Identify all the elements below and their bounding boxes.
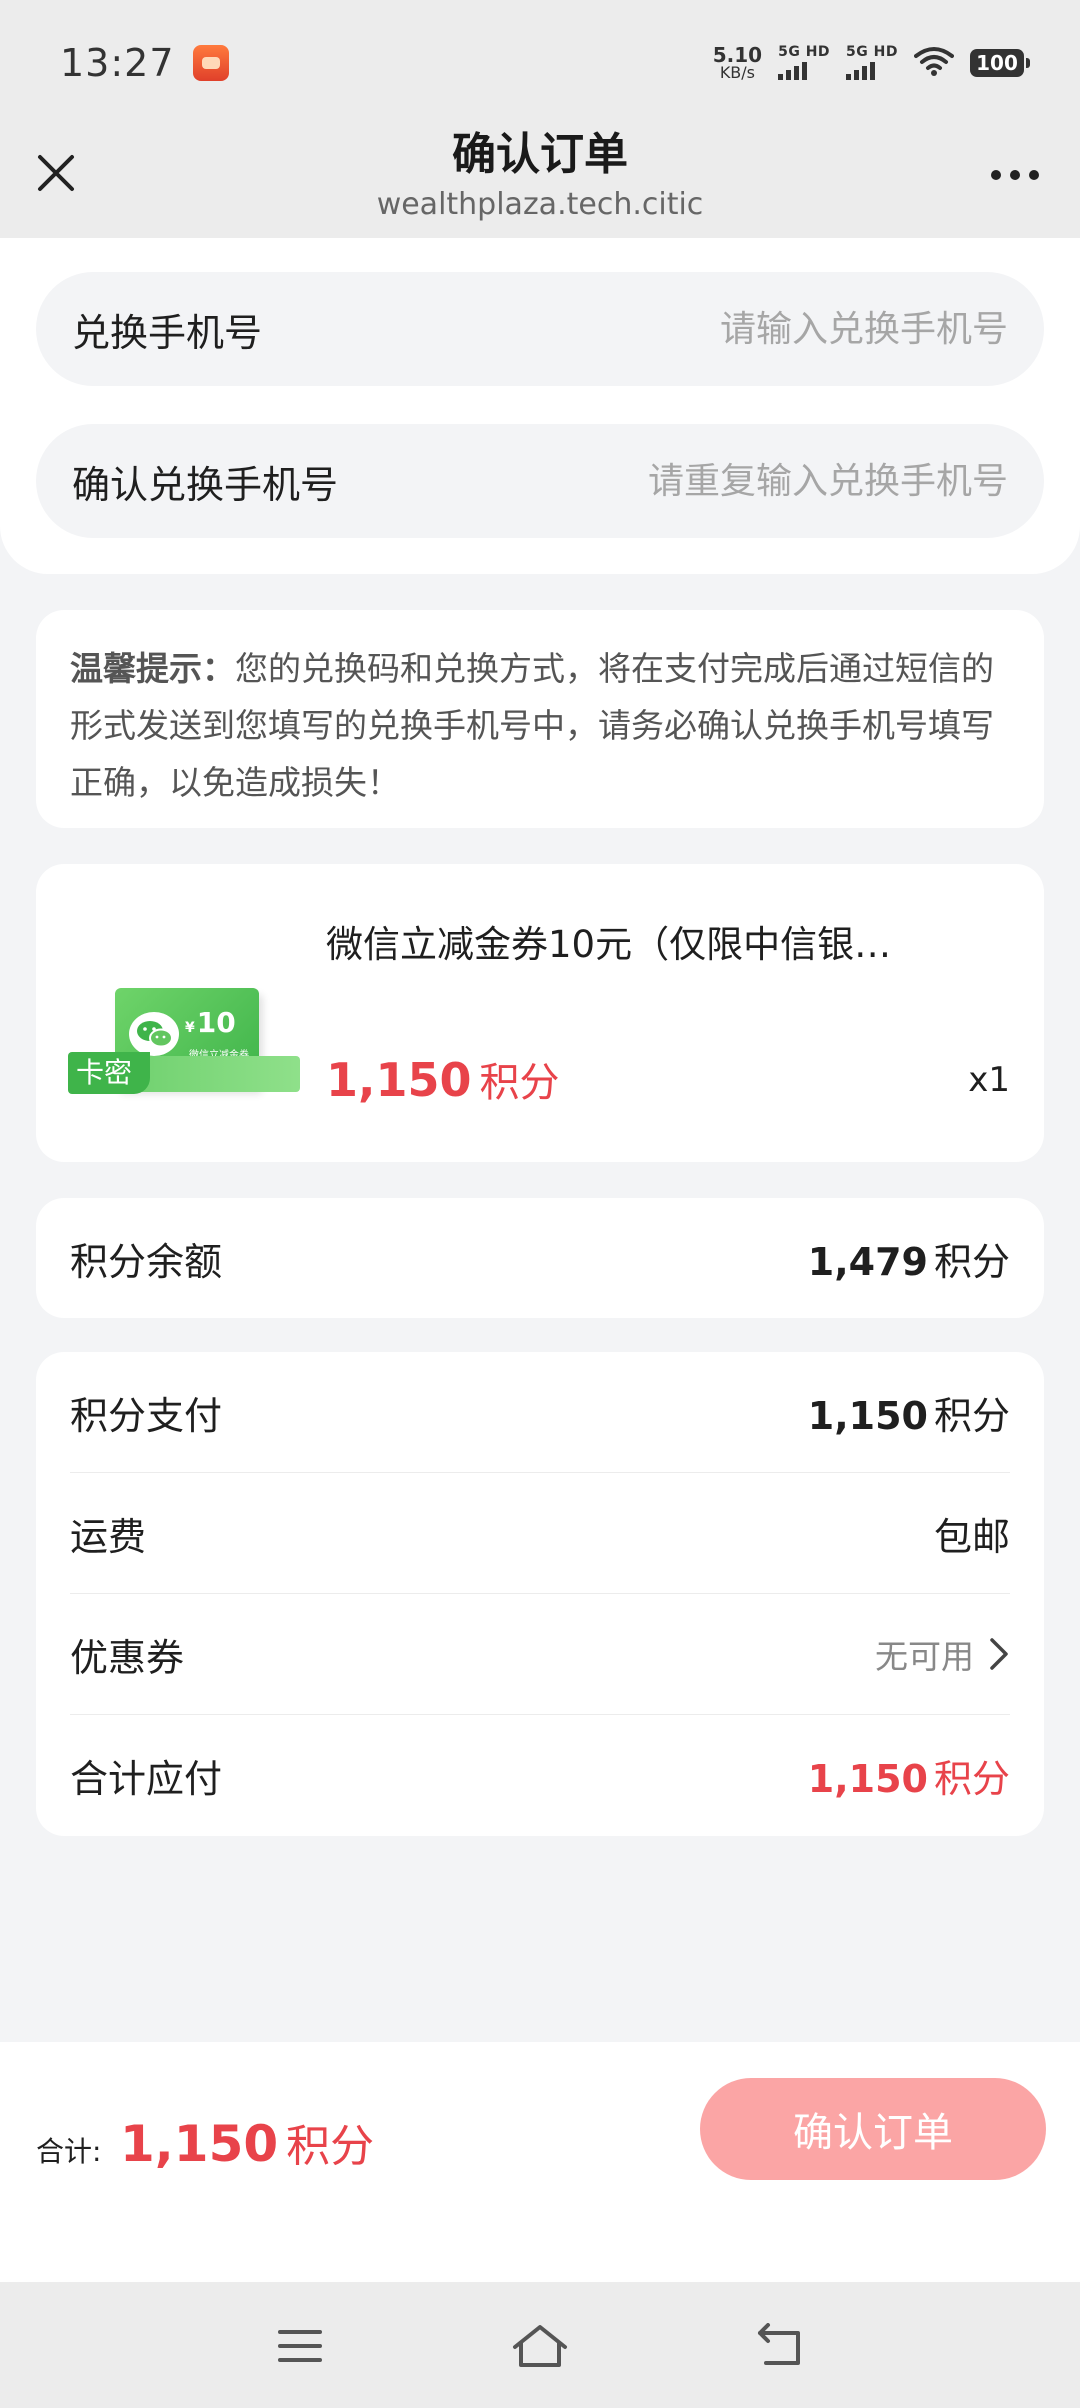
bottom-bar: 合计: 1,150 积分 确认订单 xyxy=(0,2042,1080,2282)
total-value: 1,150 积分 xyxy=(808,1748,1010,1803)
total-row: 合计应付 1,150 积分 xyxy=(70,1715,1010,1836)
balance-unit: 积分 xyxy=(933,1239,1010,1284)
product-quantity: x1 xyxy=(968,1060,1010,1100)
balance-card: 积分余额 1,479 积分 xyxy=(36,1198,1044,1318)
sim1-label: 5G HD xyxy=(778,44,831,60)
bottom-total-number: 1,150 xyxy=(120,2115,279,2173)
product-tag: 卡密 xyxy=(68,1052,151,1094)
points-pay-row: 积分支付 1,150 积分 xyxy=(70,1352,1010,1473)
coupon-amount: ¥10 xyxy=(185,1006,236,1039)
product-price: 1,150 积分 xyxy=(326,1050,560,1108)
back-icon xyxy=(758,2323,800,2365)
coupon-currency: ¥ xyxy=(185,1020,195,1036)
status-right: 5.10 KB/s 5G HD 5G HD 100 xyxy=(713,45,1030,81)
status-left: 13:27 xyxy=(60,41,229,85)
confirm-order-button[interactable]: 确认订单 xyxy=(700,2078,1046,2180)
more-button[interactable] xyxy=(980,149,1050,201)
more-icon xyxy=(991,170,1001,180)
product-image: ¥10 微信立减金券 卡密 xyxy=(68,904,300,1094)
confirm-phone-label: 确认兑换手机号 xyxy=(72,462,339,507)
product-card[interactable]: ¥10 微信立减金券 卡密 微信立减金券10元（仅限中信银… 1,150 积分 … xyxy=(36,864,1044,1162)
points-pay-number: 1,150 xyxy=(807,1393,928,1438)
summary-card: 积分支付 1,150 积分 运费 包邮 优惠券 无可用 合计应付 1,150 积… xyxy=(36,1352,1044,1836)
status-time: 13:27 xyxy=(60,40,175,85)
balance-value: 1,479 积分 xyxy=(808,1231,1010,1286)
coupon-value: 无可用 xyxy=(875,1637,974,1676)
notice-card: 温馨提示：您的兑换码和兑换方式，将在支付完成后通过短信的形式发送到您填写的兑换手… xyxy=(36,610,1044,828)
confirm-phone-field[interactable]: 确认兑换手机号 xyxy=(36,424,1044,538)
back-button[interactable] xyxy=(750,2318,810,2374)
coupon-row[interactable]: 优惠券 无可用 xyxy=(70,1594,1010,1715)
phone-field[interactable]: 兑换手机号 xyxy=(36,272,1044,386)
net-speed-value: 5.10 xyxy=(712,42,763,67)
confirm-phone-input[interactable] xyxy=(508,460,1008,502)
battery-icon: 100 xyxy=(970,48,1030,77)
phone-form-card: 兑换手机号 确认兑换手机号 xyxy=(0,238,1080,574)
wechat-icon xyxy=(129,1012,179,1056)
points-pay-label: 积分支付 xyxy=(70,1393,223,1438)
total-label: 合计应付 xyxy=(70,1757,223,1801)
points-pay-unit: 积分 xyxy=(933,1393,1010,1438)
sim2-signal-icon: 5G HD xyxy=(846,45,898,80)
net-speed-unit: KB/s xyxy=(719,62,756,82)
more-icon xyxy=(1010,170,1020,180)
coupon-amount-value: 10 xyxy=(196,1006,236,1039)
shipping-value: 包邮 xyxy=(933,1514,1010,1559)
balance-number: 1,479 xyxy=(807,1239,928,1284)
product-price-unit: 积分 xyxy=(479,1060,560,1106)
page-url: wealthplaza.tech.citic xyxy=(376,187,704,222)
balance-label: 积分余额 xyxy=(70,1239,223,1284)
sim1-signal-icon: 5G HD xyxy=(778,45,830,80)
net-speed: 5.10 KB/s xyxy=(713,45,762,81)
product-title: 微信立减金券10元（仅限中信银… xyxy=(326,923,892,966)
app-notification-icon xyxy=(192,44,229,81)
status-bar: 13:27 5.10 KB/s 5G HD 5G HD 100 xyxy=(0,0,1080,125)
shipping-row: 运费 包邮 xyxy=(70,1473,1010,1594)
chevron-right-icon xyxy=(990,1638,1008,1670)
page-title: 确认订单 xyxy=(452,129,628,180)
total-unit: 积分 xyxy=(933,1757,1010,1801)
phone-label: 兑换手机号 xyxy=(72,310,263,355)
product-price-value: 1,150 xyxy=(326,1053,472,1107)
bottom-total-label: 合计: xyxy=(36,2135,102,2168)
notice-title: 温馨提示： xyxy=(70,649,235,688)
header: 确认订单 wealthplaza.tech.citic xyxy=(0,125,1080,238)
shipping-label: 运费 xyxy=(70,1514,147,1559)
bottom-total-unit: 积分 xyxy=(286,2121,375,2172)
menu-button[interactable] xyxy=(270,2318,330,2374)
coupon-selector[interactable]: 无可用 xyxy=(875,1630,1010,1678)
phone-input[interactable] xyxy=(508,308,1008,350)
points-pay-value: 1,150 积分 xyxy=(808,1385,1010,1440)
sim2-label: 5G HD xyxy=(846,44,898,60)
more-icon xyxy=(1029,170,1039,180)
home-icon xyxy=(513,2325,567,2367)
system-nav-bar xyxy=(0,2282,1080,2408)
home-button[interactable] xyxy=(510,2318,570,2374)
bottom-total-value: 1,150 积分 xyxy=(120,2110,374,2174)
total-number: 1,150 xyxy=(807,1757,928,1801)
coupon-label: 优惠券 xyxy=(70,1635,185,1680)
menu-icon xyxy=(278,2330,322,2362)
wifi-icon xyxy=(914,46,954,80)
